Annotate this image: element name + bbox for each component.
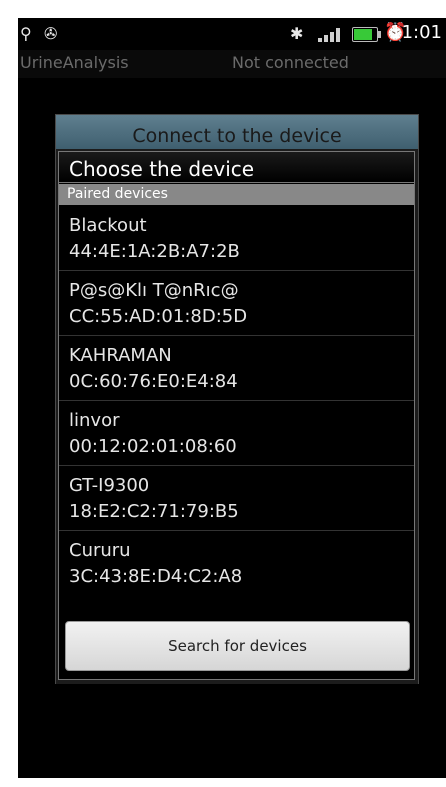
screenshot-frame: ⚲ ✇ ✱ ⏰ 11:01 UrineAnalysis Not connecte… xyxy=(0,0,446,787)
bluetooth-icon: ✱ xyxy=(290,24,304,43)
app-title-bar: UrineAnalysis Not connected xyxy=(18,50,446,78)
phone-screen: ⚲ ✇ ✱ ⏰ 11:01 UrineAnalysis Not connecte… xyxy=(18,18,446,778)
dialog-header: Choose the device xyxy=(59,152,414,183)
device-address: 18:E2:C2:71:79:B5 xyxy=(69,501,239,522)
connect-dialog-title: Connect to the device xyxy=(132,125,342,147)
bottom-area xyxy=(18,684,446,778)
debug-icon: ✇ xyxy=(44,24,58,43)
signal-icon xyxy=(318,26,344,42)
connect-dialog-header: Connect to the device xyxy=(56,115,418,149)
device-name: KAHRAMAN xyxy=(69,345,172,366)
battery-icon xyxy=(352,27,381,42)
choose-device-dialog: Choose the device Paired devices Blackou… xyxy=(58,151,415,680)
device-item-kahraman[interactable]: KAHRAMAN 0C:60:76:E0:E4:84 xyxy=(59,336,414,401)
usb-icon: ⚲ xyxy=(20,24,32,43)
device-address: 44:4E:1A:2B:A7:2B xyxy=(69,241,240,262)
status-time: 11:01 xyxy=(390,22,442,43)
app-title: UrineAnalysis xyxy=(20,53,129,72)
device-item-linvor[interactable]: linvor 00:12:02:01:08:60 xyxy=(59,401,414,466)
device-address: CC:55:AD:01:8D:5D xyxy=(69,306,248,327)
device-list: Blackout 44:4E:1A:2B:A7:2B P@s@Klı T@nRı… xyxy=(59,206,414,595)
device-name: GT-I9300 xyxy=(69,475,150,496)
paired-devices-section: Paired devices xyxy=(59,184,414,205)
device-name: P@s@Klı T@nRıc@ xyxy=(69,280,239,301)
device-item-blackout[interactable]: Blackout 44:4E:1A:2B:A7:2B xyxy=(59,206,414,271)
device-name: Cururu xyxy=(69,540,131,561)
device-address: 0C:60:76:E0:E4:84 xyxy=(69,371,238,392)
device-item-cururu[interactable]: Cururu 3C:43:8E:D4:C2:A8 xyxy=(59,531,414,595)
device-name: Blackout xyxy=(69,215,147,236)
device-name: linvor xyxy=(69,410,120,431)
device-item-paskli[interactable]: P@s@Klı T@nRıc@ CC:55:AD:01:8D:5D xyxy=(59,271,414,336)
device-address: 3C:43:8E:D4:C2:A8 xyxy=(69,566,243,587)
search-for-devices-button[interactable]: Search for devices xyxy=(65,621,410,671)
device-item-gt-i9300[interactable]: GT-I9300 18:E2:C2:71:79:B5 xyxy=(59,466,414,531)
status-bar: ⚲ ✇ ✱ ⏰ 11:01 xyxy=(18,18,446,50)
section-label: Paired devices xyxy=(67,186,168,202)
dialog-title: Choose the device xyxy=(69,157,255,181)
connection-status: Not connected xyxy=(232,53,349,72)
device-address: 00:12:02:01:08:60 xyxy=(69,436,237,457)
